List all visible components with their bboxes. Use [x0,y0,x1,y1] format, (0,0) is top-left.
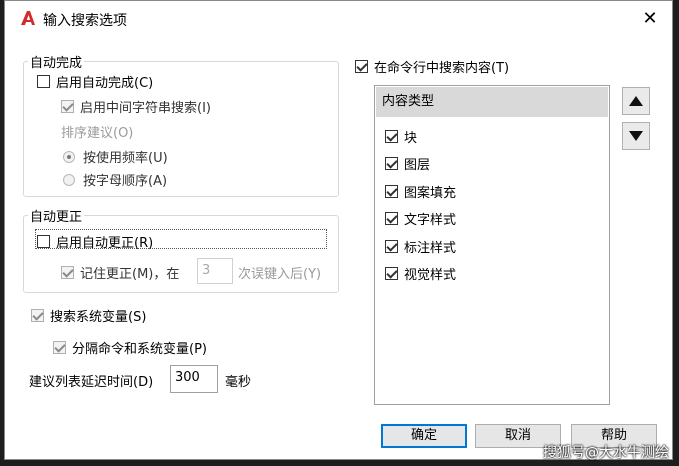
enable-auto-complete-checkbox[interactable]: 启用自动完成(C) [37,72,153,91]
enable-auto-correct-checkbox[interactable]: 启用自动更正(R) [37,232,153,251]
enable-auto-complete-label: 启用自动完成(C) [56,76,154,91]
checkbox-checked-icon [385,212,398,225]
input-search-options-dialog: 输入搜索选项 ✕ 自动完成 启用自动完成(C) 启用中间字符串搜索(I) 排序建… [4,0,673,460]
close-icon: ✕ [642,8,658,29]
list-item-label: 文字样式 [404,213,457,228]
remember-count-input[interactable]: 3 [197,258,233,284]
list-item-label: 图案填充 [404,186,457,201]
radio-icon [63,173,75,186]
sort-alphabetical-radio[interactable]: 按字母顺序(A) [63,170,167,189]
list-item-label: 块 [404,131,418,146]
dialog-title: 输入搜索选项 [43,13,127,29]
search-system-variables-checkbox[interactable]: 搜索系统变量(S) [31,306,146,325]
checkbox-checked-icon [385,267,398,280]
separate-commands-checkbox[interactable]: 分隔命令和系统变量(P) [53,338,207,357]
search-content-checkbox[interactable]: 在命令行中搜索内容(T) [355,57,509,76]
arrow-up-icon [629,96,643,106]
list-item-label: 图层 [404,158,431,173]
checkbox-checked-icon [355,60,368,73]
sort-by-frequency-label: 按使用频率(U) [83,151,168,166]
radio-selected-icon [63,150,75,163]
arrow-down-icon [629,131,643,141]
checkbox-checked-icon [61,100,74,113]
delay-label: 建议列表延迟时间(D) [29,371,153,390]
separate-commands-label: 分隔命令和系统变量(P) [72,342,207,357]
checkbox-checked-icon [31,309,44,322]
remember-count-value: 3 [202,263,211,278]
sort-alphabetical-label: 按字母顺序(A) [83,174,168,189]
list-item-layer[interactable]: 图层 [385,154,430,173]
list-item-label: 标注样式 [404,241,457,256]
checkbox-checked-icon [385,157,398,170]
auto-complete-group-label: 自动完成 [28,52,85,71]
sort-suggestions-label: 排序建议(O) [61,122,133,141]
close-button[interactable]: ✕ [638,7,662,31]
enable-auto-correct-label: 启用自动更正(R) [56,236,154,251]
checkbox-checked-icon [61,266,74,279]
title-bar: 输入搜索选项 ✕ [5,1,672,37]
list-item-dim-style[interactable]: 标注样式 [385,237,456,256]
checkbox-checked-icon [385,240,398,253]
sort-by-frequency-radio[interactable]: 按使用频率(U) [63,147,168,166]
move-up-button[interactable] [622,87,650,115]
list-item-label: 视觉样式 [404,268,457,283]
remember-correction-label: 记住更正(M)，在 [80,267,180,282]
mid-string-search-label: 启用中间字符串搜索(I) [80,101,211,116]
auto-correct-group-label: 自动更正 [28,206,85,225]
remember-suffix-label: 次误键入后(Y) [238,263,321,282]
checkbox-icon [37,75,50,88]
autocad-logo-icon [21,11,35,25]
delay-unit-label: 毫秒 [225,371,251,390]
content-types-header: 内容类型 [376,87,608,117]
list-item-hatch[interactable]: 图案填充 [385,182,456,201]
checkbox-icon [37,235,50,248]
delay-unit-text: 毫秒 [225,375,252,390]
move-down-button[interactable] [622,122,650,150]
list-item-visual-style[interactable]: 视觉样式 [385,264,456,283]
content-types-list[interactable]: 内容类型 块 图层 图案填充 文字样式 标注样式 视觉样式 [374,85,610,405]
remember-correction-checkbox[interactable]: 记住更正(M)，在 [61,263,179,282]
list-item-text-style[interactable]: 文字样式 [385,209,456,228]
ok-button[interactable]: 确定 [381,424,467,448]
delay-input[interactable]: 300 [170,365,218,393]
remember-suffix-text: 次误键入后(Y) [238,267,322,282]
checkbox-checked-icon [385,185,398,198]
checkbox-checked-icon [385,130,398,143]
sort-suggestions-text: 排序建议(O) [61,126,134,141]
watermark: 搜狐号@大水牛测绘 [543,445,669,461]
checkbox-checked-icon [53,341,66,354]
delay-label-text: 建议列表延迟时间(D) [29,375,154,390]
list-item-block[interactable]: 块 [385,127,417,146]
search-content-label: 在命令行中搜索内容(T) [374,61,510,76]
delay-value: 300 [175,370,200,385]
search-system-variables-label: 搜索系统变量(S) [50,310,147,325]
mid-string-search-checkbox[interactable]: 启用中间字符串搜索(I) [61,97,211,116]
